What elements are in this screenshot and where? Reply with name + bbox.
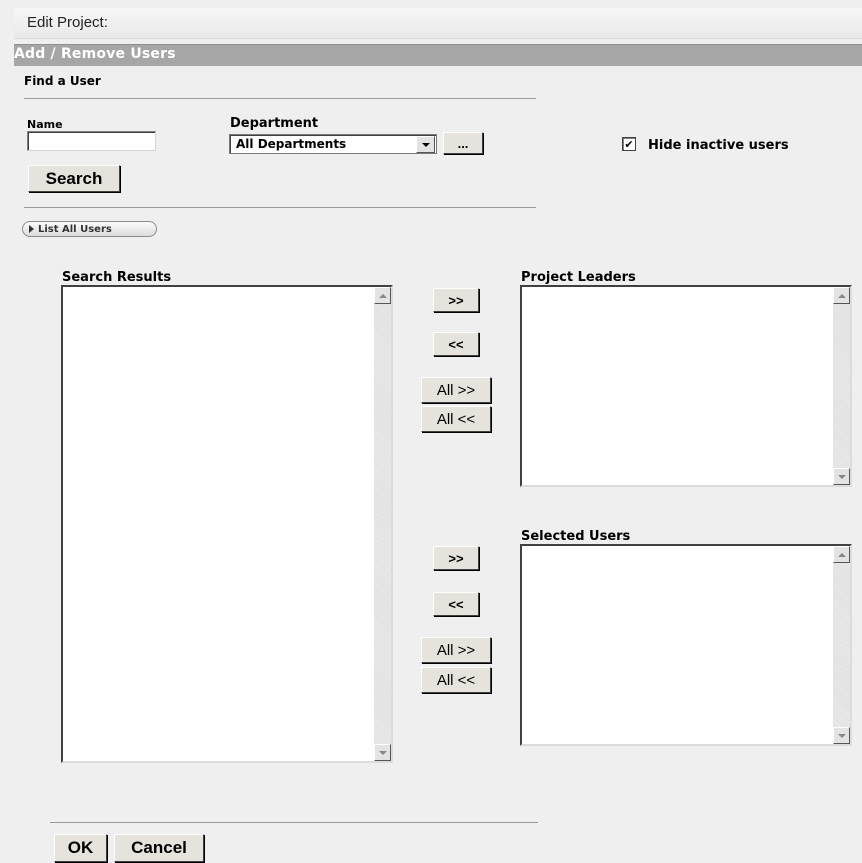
selected-users-list[interactable] [520, 544, 852, 746]
search-results-list[interactable] [61, 285, 393, 763]
remove-from-selected-button[interactable]: << [433, 592, 479, 616]
find-user-heading: Find a User [24, 74, 101, 88]
project-leaders-list[interactable] [520, 285, 852, 487]
scroll-down-icon[interactable] [374, 744, 391, 761]
department-select[interactable]: All Departments [229, 134, 437, 154]
play-icon [29, 225, 34, 233]
project-leaders-scrollbar[interactable] [833, 287, 850, 485]
remove-from-leaders-button[interactable]: << [433, 332, 479, 356]
scroll-down-icon[interactable] [833, 727, 850, 744]
name-label: Name [27, 118, 63, 131]
name-input[interactable] [27, 131, 156, 151]
search-button[interactable]: Search [28, 165, 120, 192]
search-results-label: Search Results [62, 270, 172, 285]
department-select-value: All Departments [236, 137, 347, 151]
window-title: Edit Project: [27, 14, 108, 31]
hide-inactive-checkbox[interactable]: ✔ [622, 137, 636, 151]
selected-users-label: Selected Users [521, 529, 631, 544]
section-header: Add / Remove Users [14, 44, 862, 66]
divider-bottom [50, 822, 538, 823]
ok-button[interactable]: OK [54, 834, 107, 862]
add-to-selected-button[interactable]: >> [433, 546, 479, 570]
add-all-to-selected-button[interactable]: All >> [421, 637, 491, 663]
project-leaders-label: Project Leaders [521, 270, 636, 285]
search-results-scrollbar[interactable] [374, 287, 391, 761]
list-all-users-button[interactable]: List All Users [22, 221, 157, 237]
section-title: Add / Remove Users [14, 46, 176, 62]
hide-inactive-label: Hide inactive users [648, 138, 789, 153]
add-to-leaders-button[interactable]: >> [433, 288, 479, 312]
window-title-bar: Edit Project: [14, 8, 862, 39]
add-all-to-leaders-button[interactable]: All >> [421, 377, 491, 403]
divider-middle [24, 207, 536, 208]
scroll-up-icon[interactable] [833, 546, 850, 563]
browse-departments-button[interactable]: ... [443, 132, 483, 154]
scroll-up-icon[interactable] [374, 287, 391, 304]
scroll-up-icon[interactable] [833, 287, 850, 304]
list-all-users-label: List All Users [38, 223, 112, 235]
selected-users-scrollbar[interactable] [833, 546, 850, 744]
cancel-button[interactable]: Cancel [114, 834, 204, 862]
scroll-down-icon[interactable] [833, 468, 850, 485]
department-label: Department [230, 116, 319, 131]
dropdown-arrow-icon[interactable] [416, 136, 435, 153]
remove-all-from-leaders-button[interactable]: All << [421, 406, 491, 432]
divider-top [24, 98, 536, 99]
remove-all-from-selected-button[interactable]: All << [421, 667, 491, 693]
